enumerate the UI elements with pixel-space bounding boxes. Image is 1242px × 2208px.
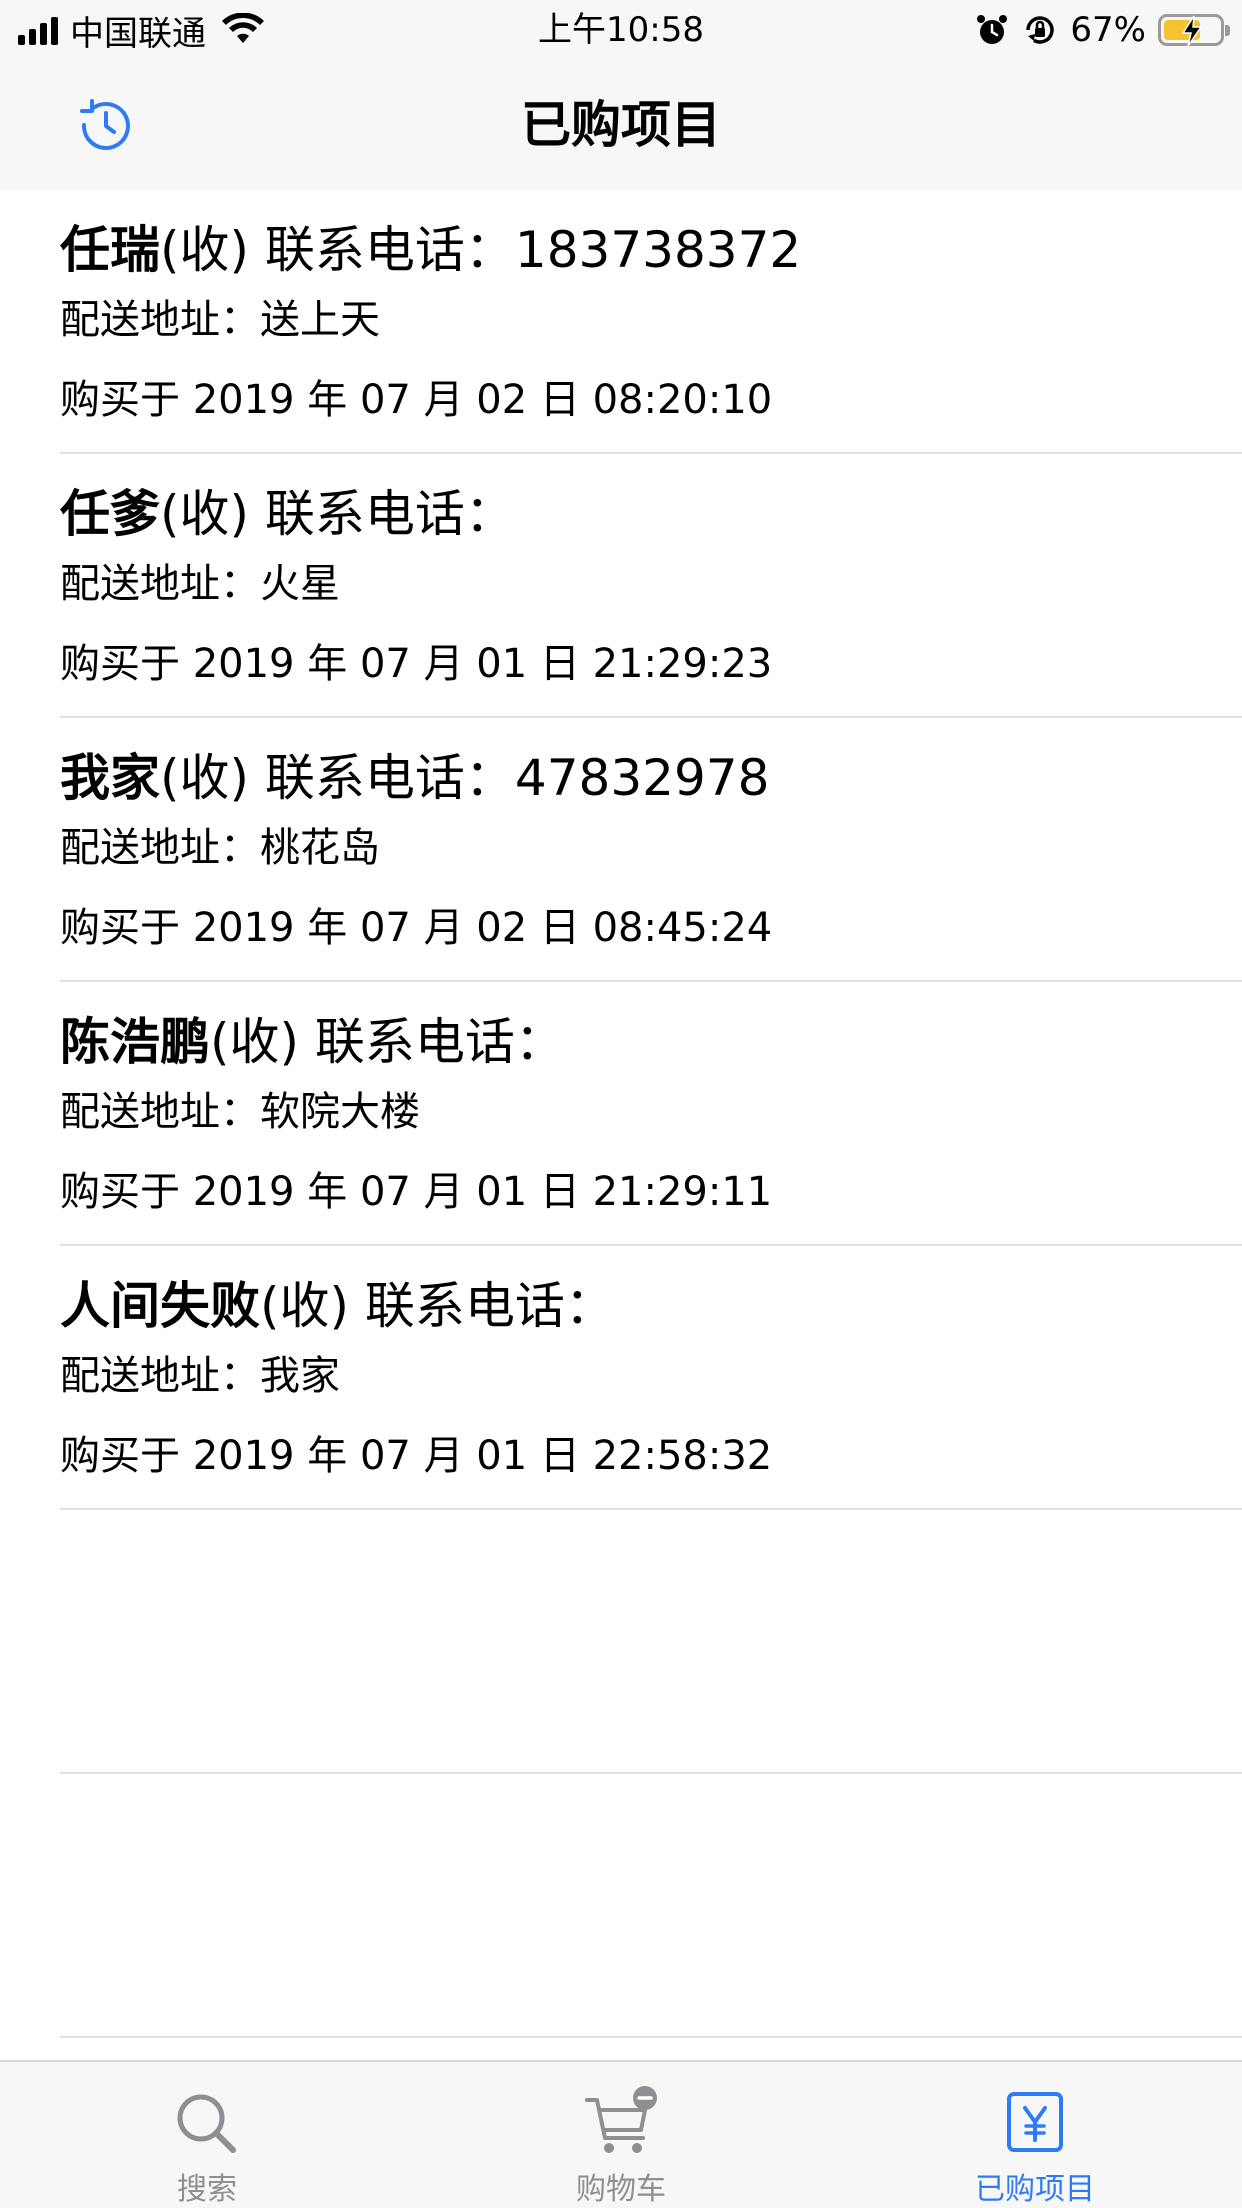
address-line: 配送地址：送上天 <box>60 292 380 348</box>
phone-number: 47832978 <box>514 749 770 807</box>
recipient-name: 陈浩鹏 <box>60 1013 210 1071</box>
charging-bolt-icon <box>1181 15 1203 47</box>
recipient-suffix: (收) <box>160 485 250 543</box>
recipient-suffix: (收) <box>160 749 250 807</box>
tab-search[interactable]: 搜索 <box>0 2062 414 2208</box>
purchase-time: 购买于 2019 年 07 月 01 日 21:29:23 <box>60 641 773 687</box>
page-title: 已购项目 <box>521 96 721 154</box>
battery-percent: 67% <box>1070 10 1146 50</box>
phone-number: 183738372 <box>514 221 802 279</box>
order-header: 任瑞(收) 联系电话：183738372 <box>60 218 801 282</box>
recipient-name: 人间失败 <box>60 1277 260 1335</box>
status-right: 67% <box>974 8 1230 52</box>
address-line: 配送地址：火星 <box>60 556 340 612</box>
purchase-time: 购买于 2019 年 07 月 02 日 08:20:10 <box>60 377 773 423</box>
empty-row <box>0 1510 1242 1774</box>
phone-label: 联系电话： <box>364 1277 615 1335</box>
address-value: 我家 <box>260 1353 340 1399</box>
address-line: 配送地址：软院大楼 <box>60 1084 420 1140</box>
purchase-time: 购买于 2019 年 07 月 01 日 22:58:32 <box>60 1433 773 1479</box>
address-value: 软院大楼 <box>260 1089 420 1135</box>
empty-row <box>0 1774 1242 2038</box>
tab-label: 已购项目 <box>975 2172 1095 2207</box>
purchase-time: 购买于 2019 年 07 月 02 日 08:45:24 <box>60 905 773 951</box>
recipient-name: 任爹 <box>60 485 160 543</box>
address-value: 桃花岛 <box>260 825 380 871</box>
phone-label: 联系电话： <box>264 221 515 279</box>
order-header: 人间失败(收) 联系电话： <box>60 1274 615 1338</box>
recipient-name: 我家 <box>60 749 160 807</box>
address-label: 配送地址： <box>60 825 260 871</box>
recipient-suffix: (收) <box>210 1013 300 1071</box>
order-header: 我家(收) 联系电话：47832978 <box>60 746 769 810</box>
order-row[interactable]: 任瑞(收) 联系电话：183738372 配送地址：送上天 购买于 2019 年… <box>0 190 1242 454</box>
address-label: 配送地址： <box>60 561 260 607</box>
tab-label: 搜索 <box>177 2172 237 2207</box>
order-header: 任爹(收) 联系电话： <box>60 482 515 546</box>
battery-cap <box>1225 25 1230 36</box>
order-row[interactable]: 人间失败(收) 联系电话： 配送地址：我家 购买于 2019 年 07 月 01… <box>0 1246 1242 1510</box>
row-separator <box>60 2036 1242 2038</box>
yen-receipt-icon <box>1007 2092 1063 2152</box>
recipient-suffix: (收) <box>260 1277 350 1335</box>
order-row[interactable]: 陈浩鹏(收) 联系电话： 配送地址：软院大楼 购买于 2019 年 07 月 0… <box>0 982 1242 1246</box>
orientation-lock-icon <box>1026 16 1055 44</box>
address-value: 火星 <box>260 561 340 607</box>
address-line: 配送地址：我家 <box>60 1348 340 1404</box>
phone-label: 联系电话： <box>264 485 515 543</box>
recipient-name: 任瑞 <box>60 221 160 279</box>
phone-label: 联系电话： <box>264 749 515 807</box>
orders-list: 任瑞(收) 联系电话：183738372 配送地址：送上天 购买于 2019 年… <box>0 190 1242 2038</box>
cart-icon <box>585 2086 657 2153</box>
alarm-icon <box>977 15 1008 44</box>
order-row[interactable]: 我家(收) 联系电话：47832978 配送地址：桃花岛 购买于 2019 年 … <box>0 718 1242 982</box>
purchase-time: 购买于 2019 年 07 月 01 日 21:29:11 <box>60 1169 773 1215</box>
battery-icon <box>1158 14 1230 47</box>
order-row[interactable]: 任爹(收) 联系电话： 配送地址：火星 购买于 2019 年 07 月 01 日… <box>0 454 1242 718</box>
tab-bar: 搜索 购物车 已购项目 <box>0 2060 1242 2208</box>
tab-label: 购物车 <box>576 2172 666 2207</box>
screen: 中国联通 上午10:58 67% 已购项目 任瑞(收) 联系电话：1837383… <box>0 0 1242 2208</box>
address-label: 配送地址： <box>60 1089 260 1135</box>
address-label: 配送地址： <box>60 1353 260 1399</box>
address-line: 配送地址：桃花岛 <box>60 820 380 876</box>
status-bar: 中国联通 上午10:58 67% <box>0 0 1242 60</box>
address-label: 配送地址： <box>60 297 260 343</box>
tab-cart[interactable]: 购物车 <box>414 2062 828 2208</box>
phone-label: 联系电话： <box>314 1013 565 1071</box>
search-icon <box>177 2094 236 2153</box>
address-value: 送上天 <box>260 297 380 343</box>
order-header: 陈浩鹏(收) 联系电话： <box>60 1010 565 1074</box>
recipient-suffix: (收) <box>160 221 250 279</box>
navigation-bar: 已购项目 <box>0 60 1242 190</box>
tab-purchased[interactable]: 已购项目 <box>828 2062 1242 2208</box>
